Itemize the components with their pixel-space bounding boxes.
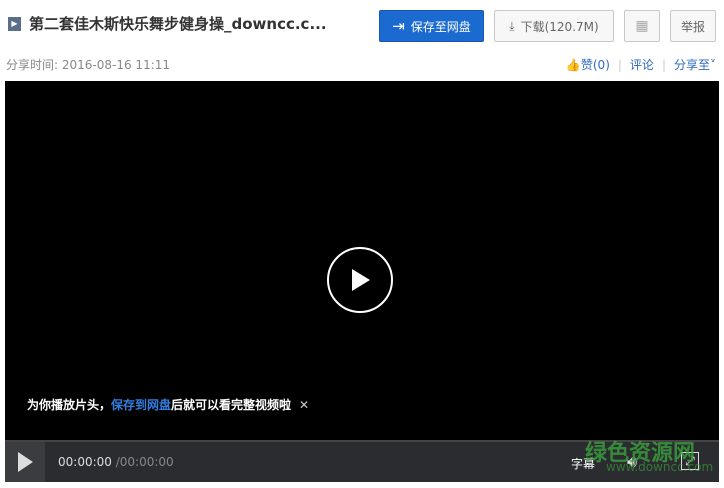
save-icon: ⇥ [392,17,405,35]
video-file-icon: ▶ [8,16,21,31]
time-display: 00:00:00 /00:00:00 [58,455,174,469]
share-time-value: 2016-08-16 11:11 [61,58,171,72]
total-time: /00:00:00 [115,455,174,469]
close-icon[interactable]: ✕ [299,398,309,412]
save-label: 保存至网盘 [410,19,471,34]
thumbs-up-icon: 👍 [565,58,581,72]
qrcode-icon: ▦ [635,18,649,34]
watermark-url: www.downcc.com [606,460,714,474]
save-to-cloud-button[interactable]: ⇥ 保存至网盘 [379,10,484,42]
share-time-label: 分享时间: [6,58,59,72]
play-icon [352,269,370,291]
comment-link[interactable]: 评论 [630,56,654,73]
like-button[interactable]: 👍赞(0) [566,56,610,73]
share-dropdown[interactable]: 分享至˅ [674,56,716,73]
file-title: ▶ 第二套佳木斯快乐舞步健身操_downcc.c... [8,13,327,34]
download-button[interactable]: ⤓ 下载(120.7M) [494,10,614,42]
like-label: 赞(0) [580,58,610,72]
chevron-down-icon: ˅ [710,58,716,72]
play-icon [18,452,33,472]
report-label: 举报 [680,19,705,34]
report-button[interactable]: 举报 [670,10,716,42]
download-icon: ⤓ [509,18,515,33]
current-time: 00:00:00 [58,455,112,469]
notice-suffix: 后就可以看完整视频啦 [171,398,292,412]
file-name: 第二套佳木斯快乐舞步健身操_downcc.c... [29,15,327,33]
notice-prefix: 为你播放片头， [27,398,112,412]
social-actions: 👍赞(0) | 评论 | 分享至˅ [566,56,716,73]
divider: | [661,57,666,72]
divider: | [617,57,622,72]
share-label: 分享至 [673,58,710,72]
save-to-cloud-link[interactable]: 保存到网盘 [111,398,171,412]
share-time: 分享时间: 2016-08-16 11:11 [6,56,170,73]
qrcode-button[interactable]: ▦ [624,10,660,42]
play-overlay-button[interactable] [327,247,393,313]
download-label: 下载(120.7M) [520,19,599,34]
play-button[interactable] [5,442,45,482]
preview-notice: 为你播放片头，保存到网盘后就可以看完整视频啦 ✕ [27,396,309,413]
